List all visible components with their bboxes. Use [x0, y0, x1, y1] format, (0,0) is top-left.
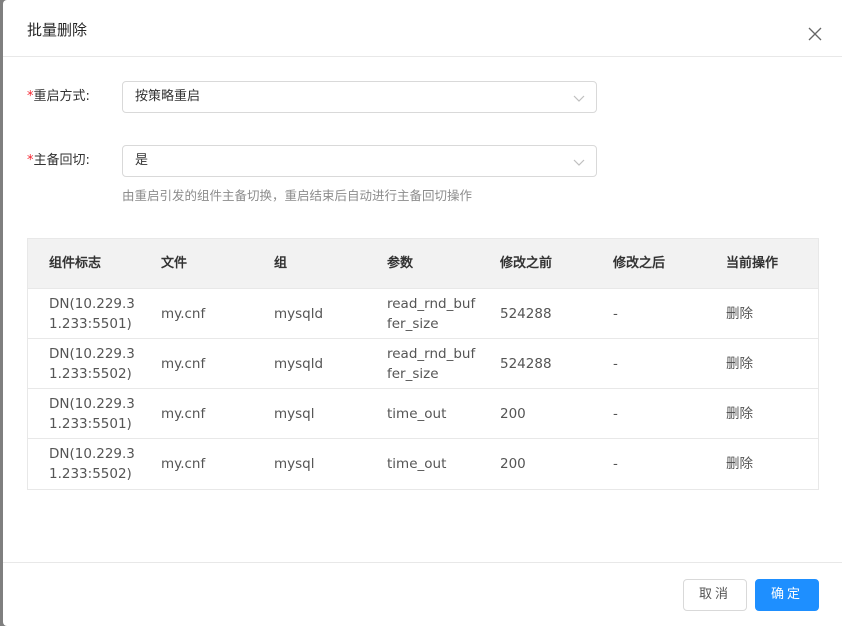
delete-link[interactable]: 删除 — [726, 354, 753, 374]
cell-group: mysqld — [274, 355, 324, 372]
table-body: DN(10.229.31.233:5501) my.cnf mysqld rea… — [28, 289, 818, 489]
table-row: DN(10.229.31.233:5502) my.cnf mysql time… — [28, 439, 818, 489]
cell-param: read_rnd_buffer_size — [387, 345, 476, 382]
delete-link[interactable]: 删除 — [726, 304, 753, 324]
chevron-down-icon — [573, 159, 585, 166]
batch-delete-dialog: 批量删除 *重启方式: 按策略重启 *主备回切: 是 由重启引发的组件主备切换，… — [3, 0, 842, 626]
cell-group: mysqld — [274, 305, 324, 322]
col-header-component: 组件标志 — [49, 256, 102, 271]
restart-mode-label: *重启方式: — [27, 89, 90, 104]
switchback-value: 是 — [135, 153, 149, 168]
dialog-title: 批量删除 — [27, 21, 88, 39]
cell-before: 200 — [500, 456, 526, 472]
col-header-before: 修改之前 — [500, 256, 553, 271]
cell-after: - — [613, 456, 618, 472]
cancel-button[interactable]: 取消 — [683, 579, 747, 611]
col-header-after: 修改之后 — [613, 256, 666, 271]
cell-file: my.cnf — [161, 405, 206, 422]
restart-mode-value: 按策略重启 — [135, 89, 201, 104]
col-header-group: 组 — [274, 256, 288, 271]
switchback-label: *主备回切: — [27, 153, 90, 168]
cell-file: my.cnf — [161, 305, 206, 322]
cell-file: my.cnf — [161, 456, 206, 472]
cell-component: DN(10.229.31.233:5502) — [49, 446, 135, 482]
cell-before: 524288 — [500, 305, 552, 322]
cell-before: 200 — [500, 405, 526, 422]
cell-after: - — [613, 305, 618, 322]
table-row: DN(10.229.31.233:5501) my.cnf mysql time… — [28, 389, 818, 439]
cell-component: DN(10.229.31.233:5501) — [49, 395, 135, 432]
delete-link[interactable]: 删除 — [726, 404, 753, 424]
cell-component: DN(10.229.31.233:5501) — [49, 295, 135, 332]
switchback-select[interactable]: 是 — [122, 145, 597, 177]
params-table: 组件标志 文件 组 参数 修改之前 修改之后 当前操作 DN(10.229.31… — [27, 238, 819, 490]
col-header-param: 参数 — [387, 256, 414, 271]
cell-before: 524288 — [500, 355, 552, 372]
col-header-file: 文件 — [161, 256, 188, 271]
col-header-action: 当前操作 — [726, 256, 779, 271]
dialog-footer: 取消 确定 — [3, 562, 842, 626]
cell-param: time_out — [387, 405, 447, 422]
cell-after: - — [613, 405, 618, 422]
table-row: DN(10.229.31.233:5501) my.cnf mysqld rea… — [28, 289, 818, 339]
confirm-button[interactable]: 确定 — [755, 579, 819, 611]
switchback-hint: 由重启引发的组件主备切换，重启结束后自动进行主备回切操作 — [122, 188, 473, 203]
cell-group: mysql — [274, 456, 315, 472]
cell-after: - — [613, 355, 618, 372]
cell-param: read_rnd_buffer_size — [387, 295, 476, 332]
table-row: DN(10.229.31.233:5502) my.cnf mysqld rea… — [28, 339, 818, 389]
cell-component: DN(10.229.31.233:5502) — [49, 345, 135, 382]
restart-mode-select[interactable]: 按策略重启 — [122, 81, 597, 113]
cell-param: time_out — [387, 456, 447, 472]
cell-group: mysql — [274, 405, 315, 422]
dialog-header: 批量删除 — [3, 0, 842, 57]
table-header: 组件标志 文件 组 参数 修改之前 修改之后 当前操作 — [28, 239, 818, 289]
close-icon[interactable] — [807, 26, 823, 42]
delete-link[interactable]: 删除 — [726, 454, 753, 474]
cell-file: my.cnf — [161, 355, 206, 372]
chevron-down-icon — [573, 95, 585, 102]
